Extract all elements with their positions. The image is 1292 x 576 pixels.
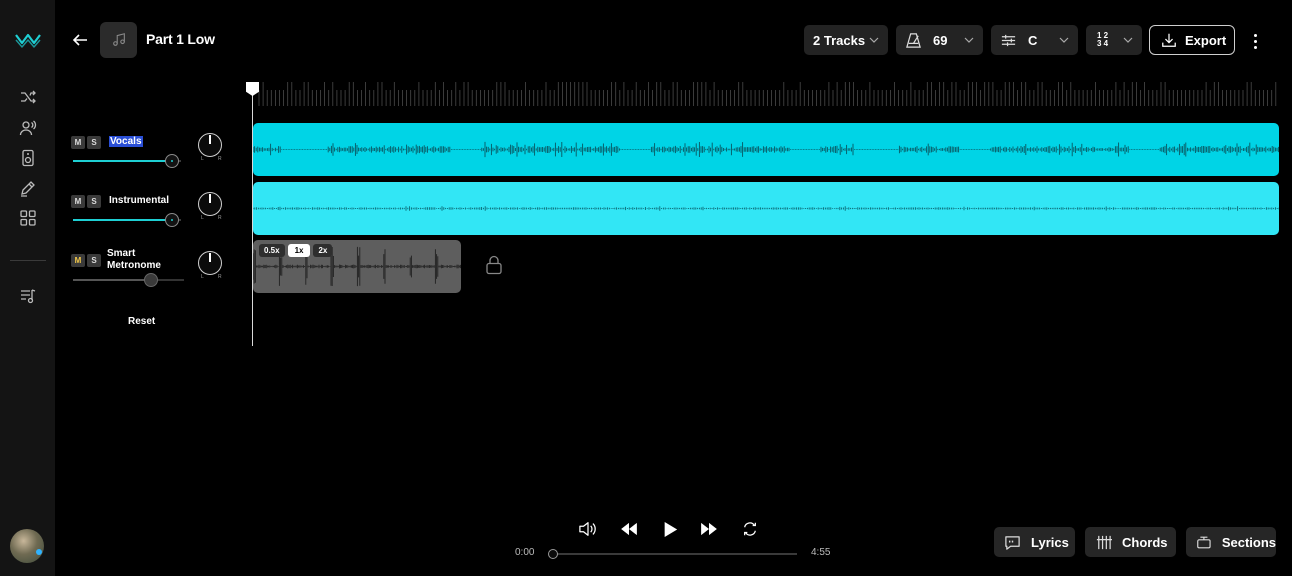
mute-button-vocals[interactable]: M bbox=[71, 136, 85, 149]
mute-button-metronome[interactable]: M bbox=[71, 254, 85, 267]
sections-icon bbox=[1197, 536, 1211, 548]
key-value: C bbox=[1028, 32, 1038, 48]
pan-label-right: R bbox=[218, 156, 222, 162]
volume-slider-vocals[interactable] bbox=[73, 154, 181, 168]
pan-label-right: R bbox=[218, 274, 222, 280]
speaker-icon[interactable] bbox=[14, 146, 42, 170]
metronome-clip[interactable]: 0.5x 1x 2x bbox=[253, 240, 461, 293]
solo-button-metronome[interactable]: S bbox=[87, 254, 101, 267]
chevron-down-icon bbox=[1059, 37, 1069, 43]
pan-label-right: R bbox=[218, 215, 222, 221]
waveform-instrumental bbox=[253, 206, 1279, 211]
speed-button-double[interactable]: 2x bbox=[313, 244, 333, 257]
volume-slider-metronome[interactable] bbox=[73, 273, 184, 287]
time-signature-icon: 1 2 3 4 bbox=[1097, 31, 1109, 48]
pan-knob-instrumental[interactable] bbox=[198, 192, 222, 216]
chords-label: Chords bbox=[1122, 534, 1168, 550]
shuffle-icon[interactable] bbox=[14, 85, 42, 109]
tracks-label: 2 Tracks bbox=[813, 32, 866, 48]
export-label: Export bbox=[1185, 32, 1227, 48]
pan-label-left: L bbox=[201, 156, 204, 162]
track-lane-instrumental[interactable] bbox=[253, 182, 1279, 235]
tempo-value: 69 bbox=[933, 32, 948, 48]
logo-icon[interactable] bbox=[14, 28, 42, 52]
volume-fill-metronome bbox=[73, 279, 151, 281]
music-note-icon bbox=[112, 33, 125, 46]
tracks-dropdown[interactable]: 2 Tracks bbox=[804, 25, 888, 55]
solo-button-vocals[interactable]: S bbox=[87, 136, 101, 149]
more-options-icon[interactable] bbox=[1247, 30, 1263, 52]
current-time: 0:00 bbox=[515, 547, 535, 558]
avatar[interactable] bbox=[10, 529, 44, 563]
lock-icon[interactable] bbox=[485, 255, 503, 275]
reset-button[interactable]: Reset bbox=[128, 316, 155, 327]
progress-thumb[interactable] bbox=[548, 549, 558, 559]
back-button[interactable] bbox=[68, 28, 92, 52]
metronome-icon bbox=[906, 32, 921, 48]
sections-label: Sections bbox=[1221, 534, 1276, 550]
timeline-ruler[interactable] bbox=[257, 82, 1277, 106]
volume-fill-instrumental bbox=[73, 219, 173, 221]
key-dropdown[interactable]: C bbox=[991, 25, 1078, 55]
loop-icon[interactable] bbox=[739, 519, 761, 539]
speed-button-normal[interactable]: 1x bbox=[287, 244, 311, 257]
sidebar-divider bbox=[10, 260, 46, 261]
volume-slider-instrumental[interactable] bbox=[73, 213, 181, 227]
chevron-down-icon bbox=[869, 37, 879, 43]
chords-button[interactable]: Chords bbox=[1085, 527, 1176, 557]
song-title: Part 1 Low bbox=[146, 31, 215, 47]
total-time: 4:55 bbox=[811, 547, 831, 558]
rewind-icon[interactable] bbox=[618, 520, 640, 538]
song-thumbnail bbox=[100, 22, 137, 58]
playhead-line bbox=[252, 92, 253, 346]
solo-button-instrumental[interactable]: S bbox=[87, 195, 101, 208]
chevron-down-icon bbox=[1123, 37, 1133, 43]
progress-bar[interactable] bbox=[548, 549, 797, 559]
speed-button-half[interactable]: 0.5x bbox=[259, 244, 285, 257]
mute-button-instrumental[interactable]: M bbox=[71, 195, 85, 208]
edit-icon[interactable] bbox=[14, 176, 42, 200]
volume-icon[interactable] bbox=[577, 519, 599, 539]
time-signature-dropdown[interactable]: 1 2 3 4 bbox=[1086, 25, 1142, 55]
pan-label-left: L bbox=[201, 274, 204, 280]
pan-knob-vocals[interactable] bbox=[198, 133, 222, 157]
export-button[interactable]: Export bbox=[1149, 25, 1235, 55]
pan-label-left: L bbox=[201, 215, 204, 221]
people-icon[interactable] bbox=[14, 116, 42, 140]
download-icon bbox=[1162, 33, 1176, 47]
grid-icon[interactable] bbox=[14, 206, 42, 230]
volume-thumb-instrumental[interactable] bbox=[165, 213, 180, 227]
lyrics-button[interactable]: Lyrics bbox=[994, 527, 1075, 557]
track-name-instrumental[interactable]: Instrumental bbox=[109, 195, 169, 206]
volume-fill-vocals bbox=[73, 160, 173, 162]
track-lane-vocals[interactable] bbox=[253, 123, 1279, 176]
chords-icon bbox=[1096, 535, 1112, 549]
key-adjust-icon bbox=[1001, 34, 1016, 46]
volume-thumb-metronome[interactable] bbox=[143, 273, 158, 287]
waveform-vocals bbox=[253, 141, 1279, 158]
chevron-down-icon bbox=[964, 37, 974, 43]
sidebar bbox=[0, 0, 55, 576]
tempo-dropdown[interactable]: 69 bbox=[896, 25, 983, 55]
sections-button[interactable]: Sections bbox=[1186, 527, 1276, 557]
lyrics-label: Lyrics bbox=[1031, 534, 1069, 550]
track-name-metronome[interactable]: Smart Metronome bbox=[107, 248, 171, 272]
volume-thumb-vocals[interactable] bbox=[165, 154, 180, 168]
metronome-speed-group: 0.5x 1x 2x bbox=[259, 244, 333, 257]
pan-knob-metronome[interactable] bbox=[198, 251, 222, 275]
lyrics-icon bbox=[1005, 535, 1020, 550]
play-icon[interactable] bbox=[659, 518, 681, 540]
track-name-vocals[interactable]: Vocals bbox=[109, 136, 143, 147]
playlist-icon[interactable] bbox=[14, 284, 42, 308]
fast-forward-icon[interactable] bbox=[698, 520, 720, 538]
